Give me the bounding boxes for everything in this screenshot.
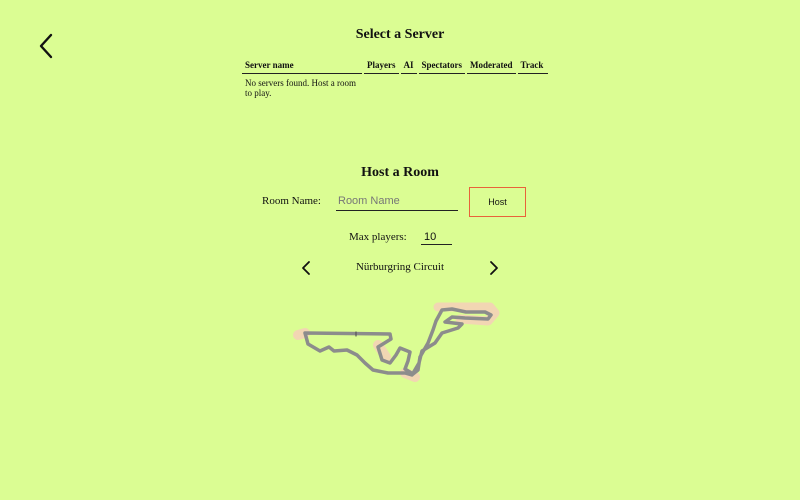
empty-message: No servers found. Host a room to play. bbox=[242, 74, 362, 102]
column-players[interactable]: Players bbox=[364, 58, 399, 74]
page-title: Select a Server bbox=[355, 27, 445, 42]
table-header-row: Server name Players AI Spectators Modera… bbox=[242, 58, 548, 74]
column-server-name[interactable]: Server name bbox=[242, 58, 362, 74]
column-ai[interactable]: AI bbox=[400, 58, 417, 74]
next-track-button[interactable] bbox=[487, 259, 501, 277]
previous-track-button[interactable] bbox=[299, 259, 313, 277]
column-track[interactable]: Track bbox=[517, 58, 548, 74]
empty-message-line-1: No servers found. Host a room bbox=[245, 78, 356, 88]
track-map-image bbox=[293, 302, 500, 382]
max-players-label: Max players: bbox=[349, 231, 407, 243]
chevron-left-icon bbox=[39, 33, 53, 59]
host-room-title: Host a Room bbox=[361, 165, 439, 180]
back-button[interactable] bbox=[34, 31, 60, 61]
room-name-input[interactable] bbox=[336, 192, 458, 211]
chevron-left-icon bbox=[302, 261, 310, 275]
column-spectators[interactable]: Spectators bbox=[418, 58, 466, 74]
host-button[interactable]: Host bbox=[469, 187, 526, 217]
track-map bbox=[290, 295, 510, 390]
empty-message-line-2: to play. bbox=[245, 88, 272, 98]
track-name: Nürburgring Circuit bbox=[355, 261, 445, 273]
column-moderated[interactable]: Moderated bbox=[467, 58, 516, 74]
server-table: Server name Players AI Spectators Modera… bbox=[240, 58, 550, 102]
max-players-input[interactable] bbox=[421, 229, 452, 245]
chevron-right-icon bbox=[490, 261, 498, 275]
table-row: No servers found. Host a room to play. bbox=[242, 74, 548, 102]
room-name-label: Room Name: bbox=[262, 195, 321, 207]
